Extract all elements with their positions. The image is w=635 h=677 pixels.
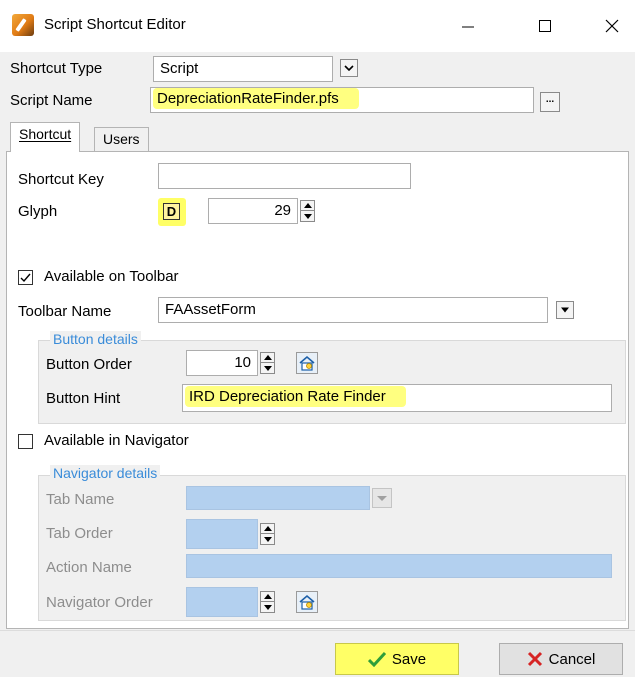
checkmark-icon xyxy=(367,651,386,667)
spin-up-icon[interactable] xyxy=(261,592,274,602)
chevron-down-icon xyxy=(344,65,354,71)
available-toolbar-checkbox[interactable] xyxy=(18,270,33,285)
navigator-order-picker-button[interactable] xyxy=(296,591,318,613)
script-name-input[interactable]: DepreciationRateFinder.pfs xyxy=(150,87,534,113)
toolbar-name-label: Toolbar Name xyxy=(18,303,112,320)
chevron-down-icon xyxy=(377,496,387,501)
spin-up-icon[interactable] xyxy=(261,353,274,363)
spin-down-icon[interactable] xyxy=(261,363,274,373)
shortcut-type-dropdown-button[interactable] xyxy=(340,59,358,77)
tab-order-input[interactable] xyxy=(186,519,258,549)
glyph-index-input[interactable]: 29 xyxy=(208,198,298,224)
cancel-button[interactable]: Cancel xyxy=(499,643,623,675)
spin-down-icon[interactable] xyxy=(301,211,314,221)
tab-users[interactable]: Users xyxy=(94,127,149,153)
navigator-details-title: Navigator details xyxy=(50,465,161,481)
window-title: Script Shortcut Editor xyxy=(44,16,186,33)
minimize-button[interactable] xyxy=(445,0,491,52)
maximize-icon xyxy=(539,20,551,32)
browse-script-button[interactable]: ... xyxy=(540,92,560,112)
script-name-label: Script Name xyxy=(10,92,93,109)
action-name-input[interactable] xyxy=(186,554,612,578)
script-name-value: DepreciationRateFinder.pfs xyxy=(153,88,359,109)
navigator-order-input[interactable] xyxy=(186,587,258,617)
glyph-index-spinner[interactable] xyxy=(300,200,315,222)
chevron-down-icon xyxy=(561,307,569,313)
spin-up-icon[interactable] xyxy=(261,524,274,534)
tab-name-label: Tab Name xyxy=(46,491,115,508)
button-order-picker-button[interactable] xyxy=(296,352,318,374)
button-details-title: Button details xyxy=(50,331,141,347)
toolbar-name-input[interactable]: FAAssetForm xyxy=(158,297,548,323)
tab-shortcut[interactable]: Shortcut xyxy=(10,122,81,152)
button-order-spinner[interactable] xyxy=(260,352,275,374)
available-toolbar-label: Available on Toolbar xyxy=(44,268,179,285)
maximize-button[interactable] xyxy=(522,0,568,52)
toolbar-name-value: FAAssetForm xyxy=(165,301,256,318)
ellipsis-icon: ... xyxy=(545,94,555,105)
glyph-index-value: 29 xyxy=(274,202,291,219)
available-navigator-checkbox[interactable] xyxy=(18,434,33,449)
tab-shortcut-label: Shortcut xyxy=(19,126,72,142)
shortcut-type-select[interactable]: Script xyxy=(153,56,333,82)
save-button[interactable]: Save xyxy=(335,643,459,675)
shortcut-key-label: Shortcut Key xyxy=(18,171,104,188)
available-navigator-label: Available in Navigator xyxy=(44,432,189,449)
house-lightbulb-icon xyxy=(299,355,315,371)
button-order-label: Button Order xyxy=(46,356,132,373)
tab-name-input[interactable] xyxy=(186,486,370,510)
spin-up-icon[interactable] xyxy=(301,201,314,211)
action-name-label: Action Name xyxy=(46,559,132,576)
button-hint-label: Button Hint xyxy=(46,390,121,407)
checkmark-icon xyxy=(20,273,31,283)
red-x-icon xyxy=(527,651,542,667)
navigator-order-label: Navigator Order xyxy=(46,594,153,611)
tab-order-label: Tab Order xyxy=(46,525,113,542)
button-order-value: 10 xyxy=(234,354,251,371)
navigator-order-spinner[interactable] xyxy=(260,591,275,613)
tab-users-label: Users xyxy=(103,131,140,147)
tab-order-spinner[interactable] xyxy=(260,523,275,545)
shortcut-type-label: Shortcut Type xyxy=(10,60,103,77)
shortcut-type-value: Script xyxy=(160,60,199,77)
spin-down-icon[interactable] xyxy=(261,602,274,612)
button-order-input[interactable]: 10 xyxy=(186,350,258,376)
close-icon xyxy=(605,19,619,33)
minimize-icon xyxy=(462,26,474,28)
title-bar: Script Shortcut Editor xyxy=(0,0,635,52)
glyph-label: Glyph xyxy=(18,203,58,220)
house-lightbulb-icon xyxy=(299,594,315,610)
tab-name-dropdown-button[interactable] xyxy=(372,488,392,508)
save-button-label: Save xyxy=(391,650,427,668)
button-hint-input[interactable]: IRD Depreciation Rate Finder xyxy=(182,384,612,412)
script-shortcut-editor-window: Script Shortcut Editor Shortcut Type Scr… xyxy=(0,0,635,677)
glyph-d-icon: D xyxy=(163,203,180,220)
toolbar-name-dropdown-button[interactable] xyxy=(556,301,574,319)
shortcut-key-input[interactable] xyxy=(158,163,411,189)
cancel-button-label: Cancel xyxy=(548,650,596,668)
glyph-preview-button[interactable]: D xyxy=(158,198,186,226)
app-icon xyxy=(12,14,34,36)
spin-down-icon[interactable] xyxy=(261,534,274,544)
button-hint-value: IRD Depreciation Rate Finder xyxy=(185,386,406,407)
close-button[interactable] xyxy=(589,0,635,52)
